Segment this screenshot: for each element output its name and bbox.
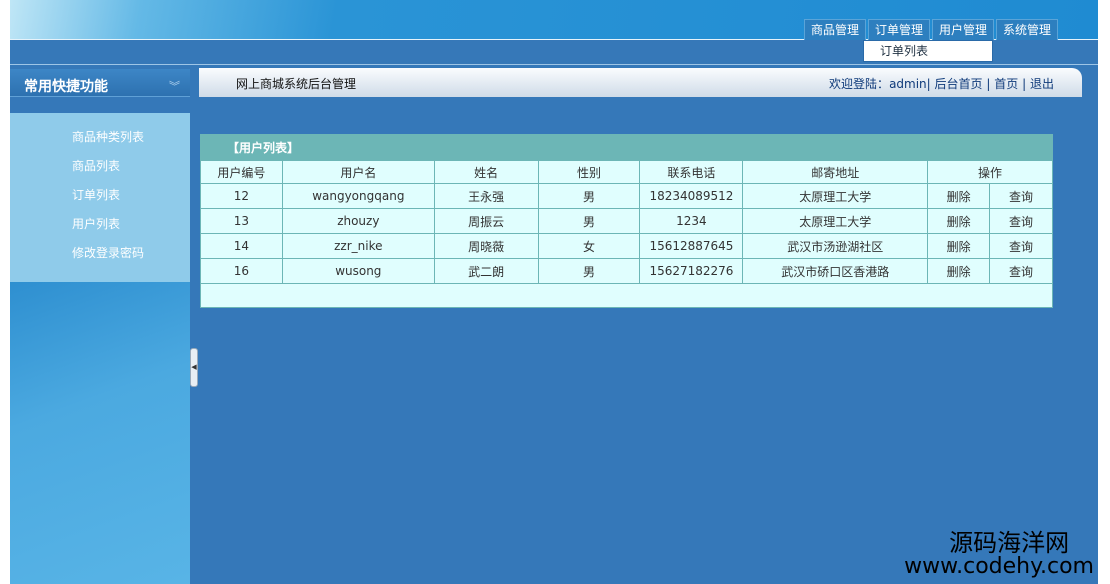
query-link[interactable]: 查询 <box>989 258 1053 284</box>
delete-link[interactable]: 删除 <box>927 233 991 259</box>
sidebar-item-change-password[interactable]: 修改登录密码 <box>10 246 190 275</box>
col-header-actions: 操作 <box>927 160 1053 184</box>
table-row: 16 wusong 武二朗男 15627182276 武汉市硚口区香港路 删除 查询 <box>200 258 1053 284</box>
cell-name: 武二朗 <box>433 258 539 284</box>
table-row: 12 wangyongqang 王永强男 18234089512 太原理工大学 删除 查询 <box>200 183 1053 209</box>
cell-name: 周晓薇 <box>433 233 539 259</box>
cell-address: 武汉市汤逊湖社区 <box>742 233 929 259</box>
col-header-address: 邮寄地址 <box>742 160 929 184</box>
sidebar-item-category-list[interactable]: 商品种类列表 <box>10 130 190 159</box>
cell-gender: 女 <box>537 233 641 259</box>
query-link[interactable]: 查询 <box>989 233 1053 259</box>
watermark-title: 源码海洋网 <box>949 529 1070 557</box>
col-header-phone: 联系电话 <box>639 160 744 184</box>
cell-gender: 男 <box>537 258 641 284</box>
col-header-name: 姓名 <box>433 160 539 184</box>
tab-system-management[interactable]: 系统管理 <box>995 19 1058 40</box>
separator: | <box>926 77 931 91</box>
user-table: 【用户列表】 用户编号 用户名 姓名 性别 联系电话 邮寄地址 操作 12 wan… <box>200 134 1053 308</box>
table-row: 14 zzr_nike 周晓薇女 15612887645 武汉市汤逊湖社区 删除 查询 <box>200 233 1053 259</box>
top-nav: 商品管理 订单管理 用户管理 系统管理 <box>803 19 1058 40</box>
separator: | <box>986 77 991 91</box>
cell-id: 13 <box>200 208 283 234</box>
col-header-id: 用户编号 <box>200 160 283 184</box>
cell-username: wusong <box>281 258 435 284</box>
table-caption: 【用户列表】 <box>200 134 1053 161</box>
tab-product-management[interactable]: 商品管理 <box>803 19 866 40</box>
sidebar-item-user-list[interactable]: 用户列表 <box>10 217 190 246</box>
empty-cell <box>200 283 1053 308</box>
sidebar-item-product-list[interactable]: 商品列表 <box>10 159 190 188</box>
sidebar-background <box>10 282 190 584</box>
sidebar-item-order-list[interactable]: 订单列表 <box>10 188 190 217</box>
cell-phone: 1234 <box>639 208 744 234</box>
admin-home-link[interactable]: 后台首页 <box>935 77 983 91</box>
tab-user-management[interactable]: 用户管理 <box>931 19 994 40</box>
user-links: 欢迎登陆：admin| 后台首页 | 首页 | 退出 <box>829 75 1054 92</box>
sidebar-toggle-handle[interactable]: ◀ <box>190 348 198 387</box>
query-link[interactable]: 查询 <box>989 208 1053 234</box>
table-row: 13 zhouzy 周振云男 1234 太原理工大学 删除 查询 <box>200 208 1053 234</box>
watermark-url: www.codehy.com <box>904 554 1094 579</box>
watermark: 源码海洋网 www.codehy.com <box>904 530 1094 578</box>
cell-id: 16 <box>200 258 283 284</box>
cell-gender: 男 <box>537 183 641 209</box>
table-empty-row <box>200 283 1053 308</box>
cell-username: zhouzy <box>281 208 435 234</box>
cell-username: wangyongqang <box>281 183 435 209</box>
cell-name: 王永强 <box>433 183 539 209</box>
query-link[interactable]: 查询 <box>989 183 1053 209</box>
cell-id: 14 <box>200 233 283 259</box>
cell-phone: 15612887645 <box>639 233 744 259</box>
header-banner: 商品管理 订单管理 用户管理 系统管理 <box>10 0 1098 40</box>
col-header-username: 用户名 <box>281 160 435 184</box>
delete-link[interactable]: 删除 <box>927 183 991 209</box>
cell-address: 太原理工大学 <box>742 183 929 209</box>
table-header-row: 用户编号 用户名 姓名 性别 联系电话 邮寄地址 操作 <box>200 160 1053 184</box>
col-header-gender: 性别 <box>537 160 641 184</box>
cell-id: 12 <box>200 183 283 209</box>
cell-name: 周振云 <box>433 208 539 234</box>
cell-address: 太原理工大学 <box>742 208 929 234</box>
cell-phone: 15627182276 <box>639 258 744 284</box>
title-bar: 网上商城系统后台管理 欢迎登陆：admin| 后台首页 | 首页 | 退出 <box>199 68 1082 97</box>
sidebar-title: 常用快捷功能 <box>24 79 108 95</box>
logout-link[interactable]: 退出 <box>1030 77 1054 91</box>
username: admin <box>889 77 927 91</box>
tab-order-management[interactable]: 订单管理 <box>867 19 930 40</box>
cell-gender: 男 <box>537 208 641 234</box>
sidebar-header: 常用快捷功能 ︾ <box>10 69 190 97</box>
cell-address: 武汉市硚口区香港路 <box>742 258 929 284</box>
dropdown-item-order-list[interactable]: 订单列表 <box>863 40 993 62</box>
page-title: 网上商城系统后台管理 <box>236 77 357 91</box>
chevron-down-icon[interactable]: ︾ <box>169 69 180 105</box>
separator: | <box>1022 77 1027 91</box>
cell-username: zzr_nike <box>281 233 435 259</box>
caret-left-icon: ◀ <box>191 363 197 371</box>
cell-phone: 18234089512 <box>639 183 744 209</box>
sidebar-menu: 商品种类列表 商品列表 订单列表 用户列表 修改登录密码 <box>10 113 190 282</box>
home-link[interactable]: 首页 <box>994 77 1018 91</box>
welcome-label: 欢迎登陆： <box>829 77 890 91</box>
admin-frame: 商品管理 订单管理 用户管理 系统管理 订单列表 常用快捷功能 ︾ 商品种类列表… <box>10 0 1098 584</box>
delete-link[interactable]: 删除 <box>927 208 991 234</box>
delete-link[interactable]: 删除 <box>927 258 991 284</box>
